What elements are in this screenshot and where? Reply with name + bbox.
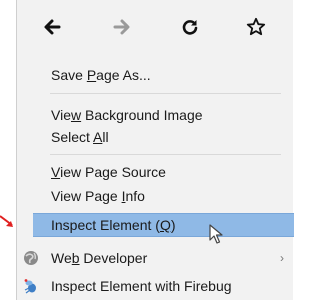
menu-item-label-pre: Inspect Element ( xyxy=(51,217,160,233)
red-arrow-icon xyxy=(0,215,13,227)
arrow-right-icon xyxy=(113,19,130,35)
menu-separator xyxy=(50,93,281,94)
reload-icon xyxy=(182,20,198,35)
menu-item-label-pre: Vie xyxy=(51,107,71,123)
menu-item-accesskey: Q xyxy=(159,217,171,233)
menu-item-label-pre: View Page xyxy=(51,188,122,204)
context-menu: Save Page As... View Background Image Se… xyxy=(16,0,294,300)
menu-item-accesskey: P xyxy=(86,67,97,83)
menu-item-label-pre: Select xyxy=(51,129,94,145)
menu-item-label-post: Developer xyxy=(79,250,148,266)
menu-item-label-post: age As... xyxy=(96,67,151,83)
forward-button[interactable] xyxy=(109,14,135,40)
menu-item-view-background-image[interactable]: View Background Image xyxy=(17,103,294,127)
menu-item-label-pre: Save xyxy=(51,67,87,83)
submenu-chevron-icon: › xyxy=(280,251,284,265)
menu-item-label-post: ll xyxy=(102,129,109,145)
menu-item-accesskey: w xyxy=(70,107,82,123)
menu-item-label-pre: Inspect Element with Firebug xyxy=(51,278,232,294)
menu-item-label-pre: We xyxy=(51,250,72,266)
menu-item-view-page-source[interactable]: View Page Source xyxy=(17,160,294,184)
menu-item-web-developer[interactable]: Web Developer › xyxy=(17,246,294,270)
firebug-icon xyxy=(24,279,36,294)
menu-item-select-all[interactable]: Select All xyxy=(17,125,294,149)
screenshot-stage: Save Page As... View Background Image Se… xyxy=(0,0,294,300)
menu-item-label-post: iew Page Source xyxy=(60,164,166,180)
menu-separator xyxy=(50,154,281,155)
bookmark-button[interactable] xyxy=(243,14,269,40)
reload-button[interactable] xyxy=(177,14,203,40)
menu-item-view-page-info[interactable]: View Page Info xyxy=(17,184,294,208)
menu-item-accesskey: V xyxy=(51,164,61,180)
arrow-left-icon xyxy=(44,19,61,35)
menu-item-accesskey: A xyxy=(93,129,103,145)
menu-item-save-page-as[interactable]: Save Page As... xyxy=(17,63,294,87)
menu-item-label-post: Background Image xyxy=(81,107,203,123)
context-nav-row xyxy=(17,0,294,52)
globe-icon xyxy=(24,251,38,265)
menu-item-label-post: nfo xyxy=(125,188,145,204)
star-icon xyxy=(246,17,266,36)
menu-item-inspect-element[interactable]: Inspect Element (Q) xyxy=(33,213,294,237)
menu-item-inspect-with-firebug[interactable]: Inspect Element with Firebug xyxy=(17,274,294,298)
menu-item-accesskey: b xyxy=(71,250,80,266)
menu-item-label-post: ) xyxy=(170,217,176,233)
back-button[interactable] xyxy=(39,14,65,40)
